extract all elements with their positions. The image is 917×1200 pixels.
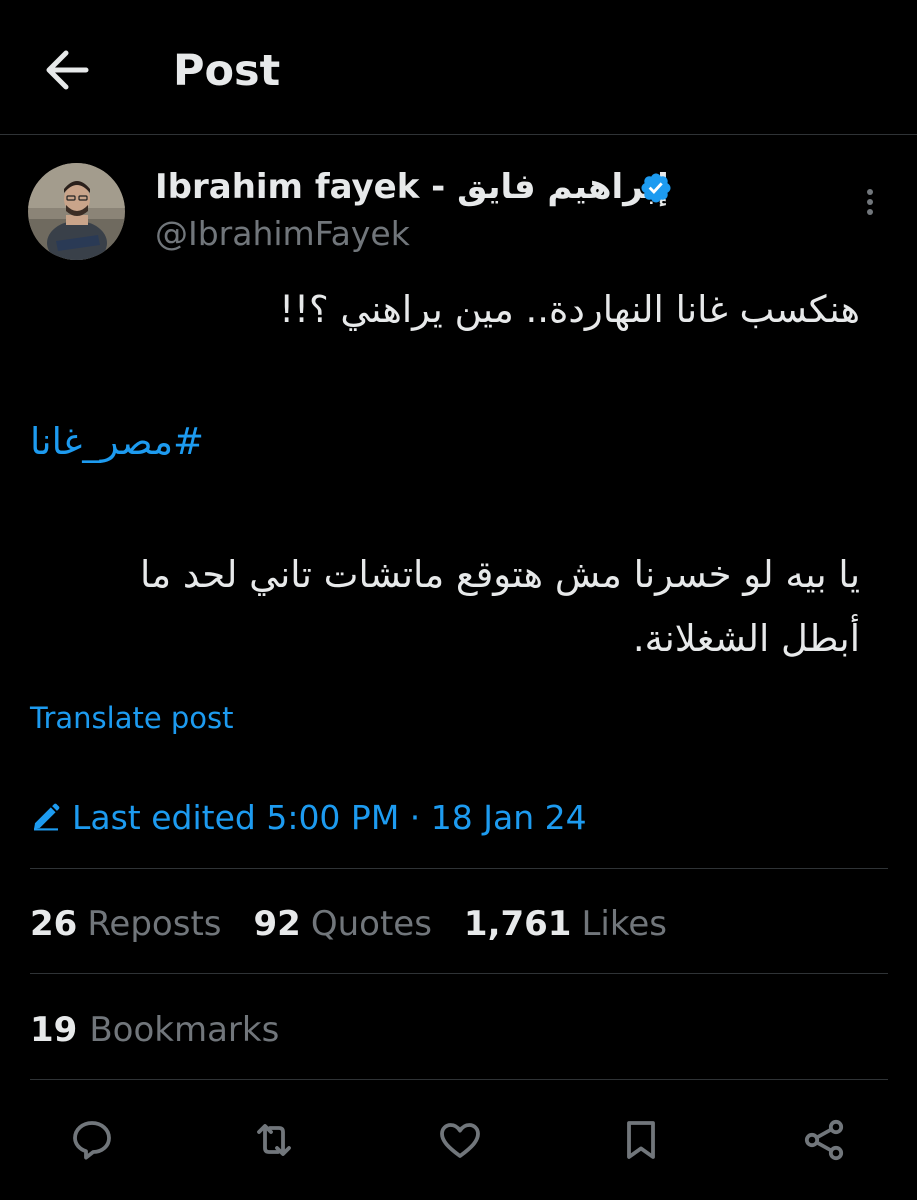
divider xyxy=(30,1079,888,1080)
last-edited-text: Last edited 5:00 PM · 18 Jan 24 xyxy=(72,797,587,837)
more-vertical-icon xyxy=(867,189,873,215)
reply-icon xyxy=(73,1121,111,1160)
bookmark-icon xyxy=(627,1121,655,1159)
like-button[interactable] xyxy=(436,1116,484,1164)
bookmarks-label: Bookmarks xyxy=(89,1010,280,1050)
arrow-left-icon xyxy=(46,50,89,90)
divider xyxy=(30,973,888,974)
bookmarks-stat[interactable]: 19 Bookmarks xyxy=(30,1006,279,1054)
post-text-line: هنكسب غانا النهاردة.. مين يراهني ؟!! xyxy=(279,288,860,331)
share-button[interactable] xyxy=(800,1116,848,1164)
quotes-label: Quotes xyxy=(310,904,432,944)
translate-post-link[interactable]: Translate post xyxy=(30,700,234,736)
bookmarks-count: 19 xyxy=(30,1010,78,1050)
repost-button[interactable] xyxy=(250,1116,298,1164)
post-text-line: يا بيه لو خسرنا مش هتوقع ماتشات تاني لحد… xyxy=(139,553,860,596)
reply-button[interactable] xyxy=(68,1116,116,1164)
author-name[interactable]: Ibrahim fayek - إبراهيم فايق xyxy=(155,166,669,208)
share-icon xyxy=(804,1119,844,1161)
avatar[interactable] xyxy=(28,163,125,260)
engagement-stats: 26 Reposts 92 Quotes 1,761 Likes xyxy=(30,900,699,948)
verified-badge-icon xyxy=(641,173,671,203)
page-title: Post xyxy=(173,46,281,96)
author-handle[interactable]: @IbrahimFayek xyxy=(155,213,410,255)
reposts-count: 26 xyxy=(30,904,78,944)
divider xyxy=(30,868,888,869)
back-button[interactable] xyxy=(42,48,90,92)
repost-icon xyxy=(257,1124,291,1156)
last-edited-link[interactable]: Last edited 5:00 PM · 18 Jan 24 xyxy=(30,795,587,839)
quotes-stat[interactable]: 92 Quotes xyxy=(254,904,432,944)
reposts-label: Reposts xyxy=(87,904,222,944)
likes-stat[interactable]: 1,761 Likes xyxy=(464,904,667,944)
quotes-count: 92 xyxy=(253,904,301,944)
likes-count: 1,761 xyxy=(463,904,572,944)
hashtag-link[interactable]: #مصر_غانا xyxy=(30,418,204,466)
bookmark-button[interactable] xyxy=(617,1116,665,1164)
like-icon xyxy=(440,1123,480,1158)
reposts-stat[interactable]: 26 Reposts xyxy=(30,904,222,944)
post-text-line: أبطل الشغلانة. xyxy=(632,617,860,660)
pencil-icon xyxy=(34,803,60,831)
likes-label: Likes xyxy=(581,904,667,944)
more-options-button[interactable] xyxy=(854,186,886,218)
top-bar: Post xyxy=(0,0,917,135)
